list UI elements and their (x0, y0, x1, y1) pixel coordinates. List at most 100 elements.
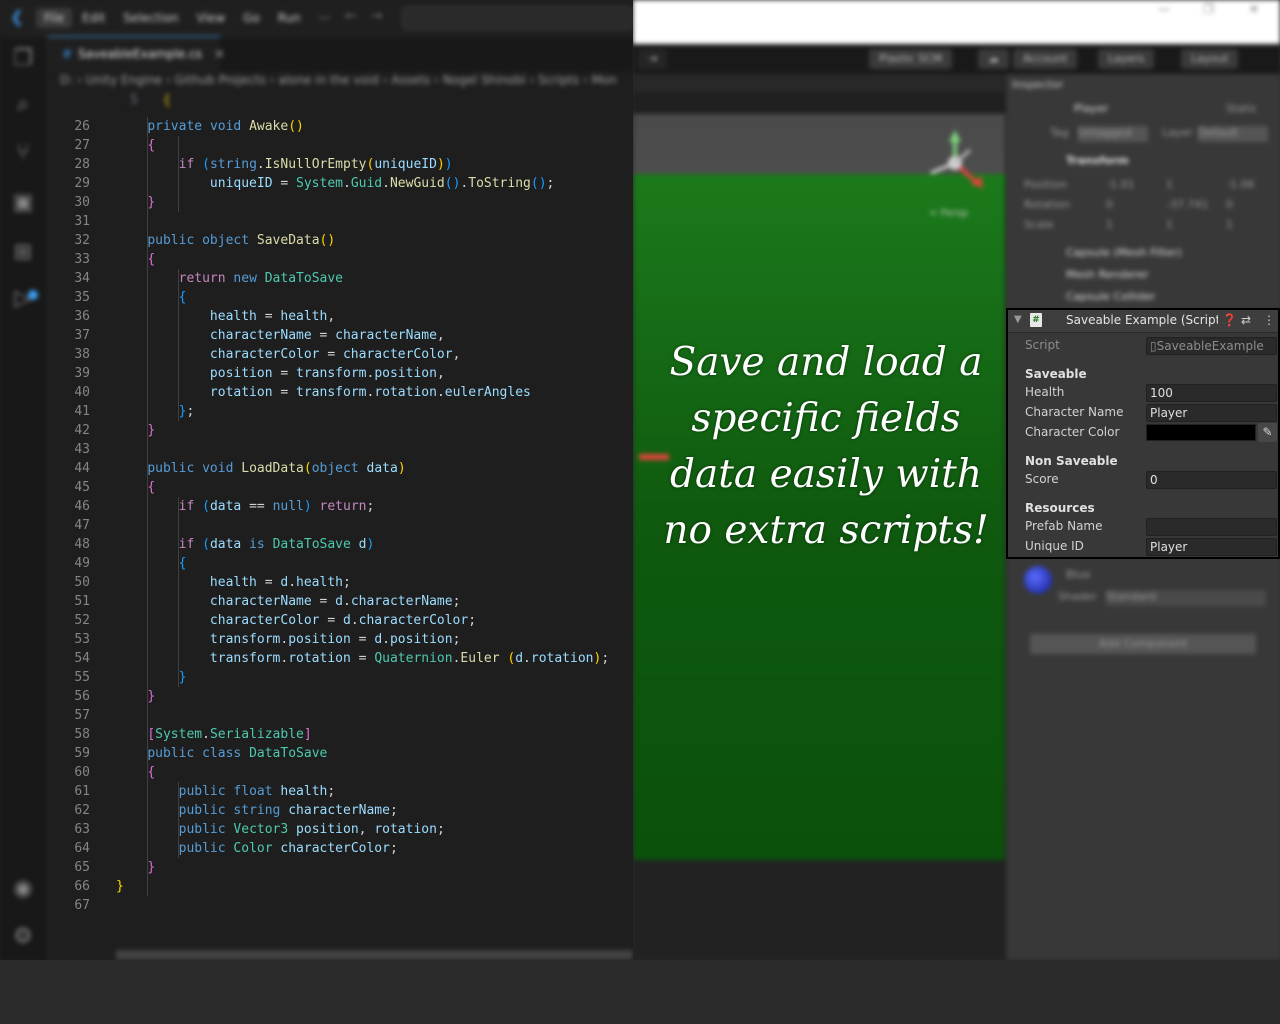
rotation-z[interactable]: 0 (1226, 198, 1275, 214)
code-line[interactable]: 41 }; (48, 402, 633, 421)
remote-explorer-icon[interactable]: ▣ (10, 190, 36, 216)
code-line[interactable]: 47 (48, 516, 633, 535)
code-line[interactable]: 39 position = transform.position, (48, 364, 633, 383)
plastic-scm-button[interactable]: Plastic SCM (869, 49, 953, 69)
code-line[interactable]: 67 (48, 896, 633, 915)
context-menu-icon[interactable]: ⋮ (1263, 313, 1275, 327)
code-line[interactable]: 52 characterColor = d.characterColor; (48, 611, 633, 630)
character-name-field[interactable]: Player (1146, 404, 1277, 422)
code-line[interactable]: 50 health = d.health; (48, 573, 633, 592)
code-line[interactable]: 30 } (48, 193, 633, 212)
code-line[interactable]: 53 transform.position = d.position; (48, 630, 633, 649)
health-field[interactable]: 100 (1146, 384, 1277, 402)
code-line[interactable]: 35 { (48, 288, 633, 307)
code-line[interactable]: 54 transform.rotation = Quaternion.Euler… (48, 649, 633, 668)
fold-arrow-icon[interactable]: ▼ (1014, 314, 1022, 325)
menu-go[interactable]: Go (235, 8, 268, 28)
code-line[interactable]: 61 public float health; (48, 782, 633, 801)
settings-gear-icon[interactable]: ⚙ (10, 924, 36, 950)
code-line[interactable]: 57 (48, 706, 633, 725)
code-line[interactable]: 58 [System.Serializable] (48, 725, 633, 744)
code-line[interactable]: 43 (48, 440, 633, 459)
tab-close-icon[interactable]: × (214, 47, 225, 62)
code-line[interactable]: 65 } (48, 858, 633, 877)
code-line[interactable]: 29 uniqueID = System.Guid.NewGuid().ToSt… (48, 174, 633, 193)
component-header[interactable]: ▼ # Saveable Example (Script) ❓ ⇄ ⋮ (1008, 310, 1278, 333)
code-line[interactable]: 42 } (48, 421, 633, 440)
code-editor[interactable]: 26 private void Awake() 27 {28 if (string… (48, 117, 633, 917)
code-line[interactable]: 51 characterName = d.characterName; (48, 592, 633, 611)
add-component-button[interactable]: Add Component (1030, 634, 1256, 654)
minimize-icon[interactable]: — (1158, 2, 1170, 16)
explorer-icon[interactable]: ❐ (10, 46, 36, 72)
code-line[interactable]: 36 health = health, (48, 307, 633, 326)
breadcrumb[interactable]: D: › Unity Engine › Github Projects › al… (60, 73, 633, 91)
inspector-tab[interactable]: Inspector (1012, 78, 1275, 94)
code-line[interactable]: 48 if (data is DataToSave d) (48, 535, 633, 554)
static-toggle[interactable]: Static (1226, 102, 1275, 118)
menu-run[interactable]: Run (270, 8, 309, 28)
tab-saveable-example[interactable]: # SaveableExample.cs × (48, 36, 225, 71)
account-dropdown[interactable]: Account (1013, 49, 1078, 69)
menu-more[interactable]: ··· (311, 8, 338, 28)
cloud-icon[interactable]: ☁ (978, 49, 1009, 69)
mesh-filter-header[interactable]: Capsule (Mesh Filter) (1066, 246, 1275, 262)
shader-dropdown[interactable]: Standard (1106, 590, 1266, 606)
tag-dropdown[interactable]: Untagged (1078, 126, 1148, 142)
menu-edit[interactable]: Edit (74, 8, 113, 28)
code-line[interactable]: 59 public class DataToSave (48, 744, 633, 763)
layers-dropdown[interactable]: Layers (1098, 49, 1155, 69)
code-line[interactable]: 32 public object SaveData() (48, 231, 633, 250)
code-line[interactable]: 62 public string characterName; (48, 801, 633, 820)
code-line[interactable]: 45 { (48, 478, 633, 497)
account-icon[interactable]: ◉ (10, 876, 36, 902)
code-line[interactable]: 49 { (48, 554, 633, 573)
menu-view[interactable]: View (189, 8, 233, 28)
code-line[interactable]: 38 characterColor = characterColor, (48, 345, 633, 364)
menu-selection[interactable]: Selection (115, 8, 186, 28)
maximize-icon[interactable]: ❐ (1203, 2, 1214, 16)
extensions-icon[interactable]: ⊞ (10, 240, 36, 266)
script-object-field[interactable]: ▯SaveableExample (1146, 337, 1277, 355)
layout-dropdown[interactable]: Layout (1181, 49, 1239, 69)
scale-z[interactable]: 1 (1226, 218, 1275, 234)
layer-dropdown[interactable]: Default (1198, 126, 1268, 142)
search-icon[interactable]: ⌕ (10, 92, 36, 118)
code-line[interactable]: 46 if (data == null) return; (48, 497, 633, 516)
code-line[interactable]: 31 (48, 212, 633, 231)
code-line[interactable]: 26 private void Awake() (48, 117, 633, 136)
code-line[interactable]: 37 characterName = characterName, (48, 326, 633, 345)
code-line[interactable]: 55 } (48, 668, 633, 687)
scene-gizmo-icon[interactable] (925, 128, 995, 198)
code-line[interactable]: 44 public void LoadData(object data) (48, 459, 633, 478)
code-line[interactable]: 28 if (string.IsNullOrEmpty(uniqueID)) (48, 155, 633, 174)
code-line[interactable]: 64 public Color characterColor; (48, 839, 633, 858)
run-debug-icon[interactable]: ▷ (10, 286, 36, 312)
transform-header[interactable]: Transform (1066, 154, 1275, 170)
help-icon[interactable]: ❓ (1222, 313, 1237, 327)
horizontal-scrollbar[interactable] (116, 950, 633, 960)
command-center-search[interactable] (402, 6, 633, 30)
code-line[interactable]: 56 } (48, 687, 633, 706)
source-control-icon[interactable]: ⑂ (10, 140, 36, 166)
code-line[interactable]: 66} (48, 877, 633, 896)
nav-arrows-icon[interactable]: ←→ (345, 8, 396, 24)
scene-projection-label[interactable]: < Persp (929, 208, 968, 219)
position-z[interactable]: -1.06 (1226, 178, 1275, 194)
code-line[interactable]: 34 return new DataToSave (48, 269, 633, 288)
capsule-collider-header[interactable]: Capsule Collider (1066, 290, 1275, 306)
prefab-name-field[interactable] (1146, 518, 1277, 536)
character-color-field[interactable] (1146, 424, 1256, 441)
close-window-icon[interactable]: ✕ (1249, 2, 1259, 16)
code-line[interactable]: 60 { (48, 763, 633, 782)
menu-file[interactable]: File (36, 7, 73, 28)
code-line[interactable]: 33 { (48, 250, 633, 269)
eyedropper-icon[interactable]: ✎ (1258, 423, 1277, 442)
code-line[interactable]: 63 public Vector3 position, rotation; (48, 820, 633, 839)
mesh-renderer-header[interactable]: Mesh Renderer (1066, 268, 1275, 284)
toolbar-arrow-icon[interactable]: ⇥ (638, 49, 668, 69)
code-line[interactable]: 40 rotation = transform.rotation.eulerAn… (48, 383, 633, 402)
score-field[interactable]: 0 (1146, 471, 1277, 489)
unique-id-field[interactable]: Player (1146, 538, 1277, 556)
presets-icon[interactable]: ⇄ (1241, 313, 1251, 327)
